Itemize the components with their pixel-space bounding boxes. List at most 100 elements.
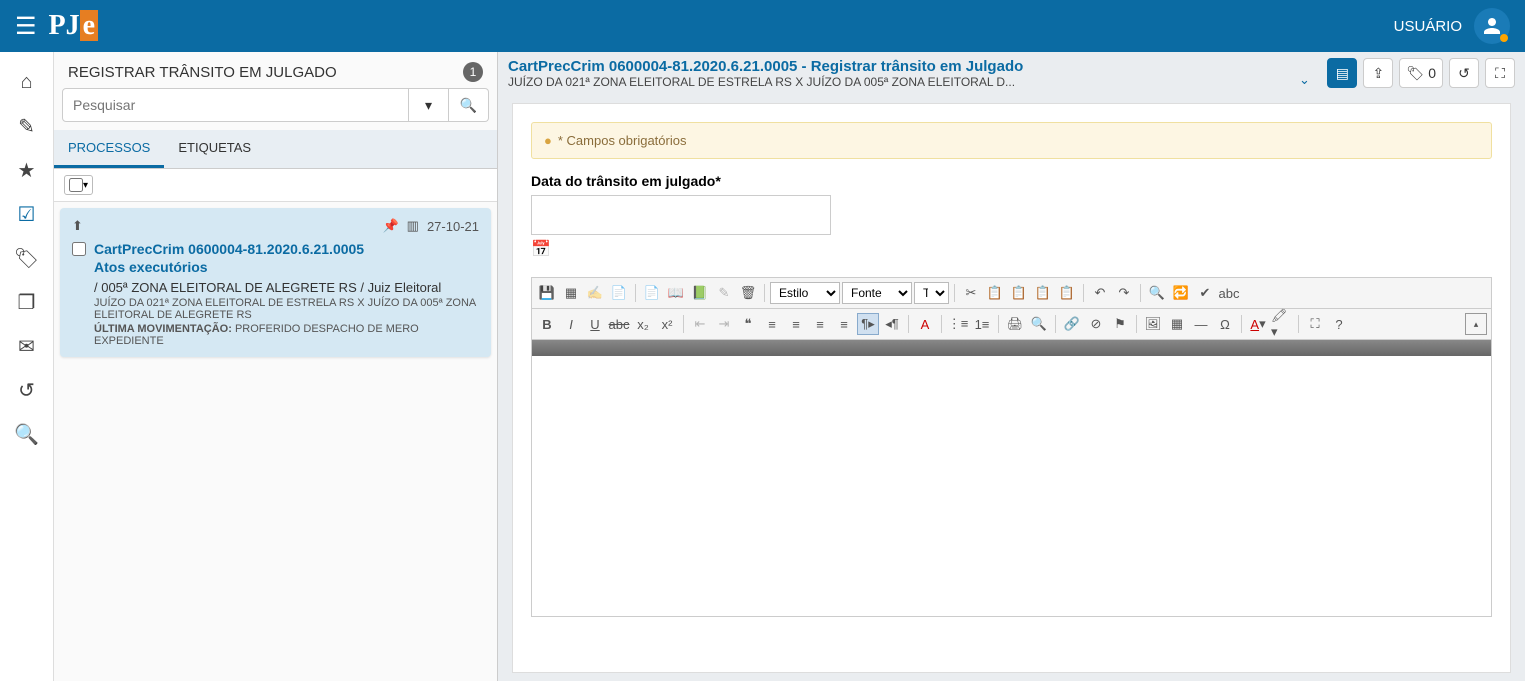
nav-mail-icon[interactable]: ✉ [0,324,53,368]
nav-edit-icon[interactable]: ✎ [0,104,53,148]
required-fields-alert: ● * Campos obrigatórios [531,122,1492,159]
document-icon[interactable]: ▥ [407,218,419,234]
autos-button[interactable]: ▤ [1327,58,1357,88]
ed-bold-icon[interactable]: B [536,313,558,335]
nav-copy-icon[interactable]: ❐ [0,280,53,324]
ed-redo-icon[interactable]: ↷ [1113,282,1135,304]
ed-help-icon[interactable]: ? [1328,313,1350,335]
user-avatar[interactable] [1474,8,1510,44]
nav-tags-icon[interactable]: 🏷 [0,236,53,280]
ed-inserttable-icon[interactable]: ▦ [1166,313,1188,335]
ed-highlight-icon[interactable]: 🖍▾ [1271,313,1293,335]
upload-icon[interactable]: ⬆ [72,218,83,234]
history-button[interactable]: ↺ [1449,58,1479,88]
ed-undo-icon[interactable]: ↶ [1089,282,1111,304]
nav-star-icon[interactable]: ★ [0,148,53,192]
nav-check-icon[interactable]: ☑ [0,192,53,236]
ed-spellcheck-icon[interactable]: ✔ [1194,282,1216,304]
ed-sign-icon[interactable]: ✍ [584,282,606,304]
chevron-down-icon[interactable]: ⌄ [1291,58,1317,88]
pin-icon[interactable]: 📌 [382,218,398,234]
select-all-dropdown[interactable]: ▾ [64,175,93,195]
ed-maximize-icon[interactable]: ⛶ [1304,313,1326,335]
search-button[interactable]: 🔍 [449,88,489,122]
ed-quote-icon[interactable]: ❝ [737,313,759,335]
ed-superscript-icon[interactable]: x² [656,313,678,335]
ed-unlink-icon[interactable]: ⊘ [1085,313,1107,335]
ed-pen-icon[interactable]: ✎ [713,282,735,304]
nav-history-icon[interactable]: ↺ [0,368,53,412]
ed-italic-icon[interactable]: I [560,313,582,335]
ed-replace-icon[interactable]: 🔁 [1170,282,1192,304]
card-parties: JUÍZO DA 021ª ZONA ELEITORAL DE ESTRELA … [94,297,479,321]
hamburger-icon[interactable]: ☰ [15,12,37,41]
ed-paste-icon[interactable]: 📋 [1008,282,1030,304]
ed-strike-icon[interactable]: abc [608,313,630,335]
ed-link-icon[interactable]: 🔗 [1061,313,1083,335]
calendar-icon[interactable]: 📅 [531,239,551,259]
card-checkbox[interactable] [72,242,86,256]
ed-preview-icon[interactable]: 🔍 [1028,313,1050,335]
editor-toolbar-row2: B I U abc x₂ x² ⇤ ⇥ ❝ ≡ ≡ ≡ ≡ ¶▸ ◂¶ [532,309,1491,340]
ed-size-select[interactable]: T... [914,282,949,304]
ed-copy-icon[interactable]: 📄 [608,282,630,304]
ed-ol-icon[interactable]: 1≡ [971,313,993,335]
ed-underline-icon[interactable]: U [584,313,606,335]
card-subtitle: / 005ª ZONA ELEITORAL DE ALEGRETE RS / J… [94,280,479,295]
ed-rtl-icon[interactable]: ◂¶ [881,313,903,335]
card-date: 27-10-21 [427,219,479,234]
ed-bookcheck-icon[interactable]: 📗 [689,282,711,304]
nav-search-icon[interactable]: 🔍 [0,412,53,456]
ed-cut-icon[interactable]: ✂ [960,282,982,304]
tags-button[interactable]: 🏷 0 [1399,58,1443,88]
ed-indent-icon[interactable]: ⇥ [713,313,735,335]
ed-align-right-icon[interactable]: ≡ [809,313,831,335]
tab-processos[interactable]: PROCESSOS [54,130,164,168]
ed-subscript-icon[interactable]: x₂ [632,313,654,335]
rich-text-editor: 💾 ▦ ✍ 📄 📄 📖 📗 ✎ 🗑 Estilo Fonte T... ✂ [531,277,1492,617]
app-logo: PJe [49,10,99,42]
ed-hr-icon[interactable]: — [1190,313,1212,335]
ed-textcolor-icon[interactable]: A [914,313,936,335]
ed-save-icon[interactable]: 💾 [536,282,558,304]
content-area: CartPrecCrim 0600004-81.2020.6.21.0005 -… [498,52,1525,681]
ed-ltr-icon[interactable]: ¶▸ [857,313,879,335]
ed-abc-icon[interactable]: abc [1218,282,1240,304]
ed-trash-icon[interactable]: 🗑 [737,282,759,304]
ed-copy2-icon[interactable]: 📋 [984,282,1006,304]
editor-content-area[interactable] [532,356,1491,616]
select-all-checkbox[interactable] [69,178,83,192]
ed-font-select[interactable]: Fonte [842,282,912,304]
ed-table-icon[interactable]: ▦ [560,282,582,304]
ed-find-icon[interactable]: 🔍 [1146,282,1168,304]
export-button[interactable]: ⇪ [1363,58,1393,88]
ed-newdoc-icon[interactable]: 📄 [641,282,663,304]
ed-outdent-icon[interactable]: ⇤ [689,313,711,335]
ed-pastetext-icon[interactable]: 📋 [1032,282,1054,304]
ed-ul-icon[interactable]: ⋮≡ [947,313,969,335]
ed-pasteword-icon[interactable]: 📋 [1056,282,1078,304]
ed-fontcolor-icon[interactable]: A▾ [1247,313,1269,335]
ed-image-icon[interactable]: 🖼 [1142,313,1164,335]
tab-etiquetas[interactable]: ETIQUETAS [164,130,265,168]
user-label: USUÁRIO [1394,18,1462,35]
ed-style-select[interactable]: Estilo [770,282,840,304]
nav-home-icon[interactable]: ⌂ [0,60,53,104]
process-card[interactable]: ⬆ 📌 ▥ 27-10-21 CartPrecCrim 0600004-81.2… [60,208,491,357]
ed-justify-icon[interactable]: ≡ [833,313,855,335]
ed-print-icon[interactable]: 🖨 [1004,313,1026,335]
ed-align-left-icon[interactable]: ≡ [761,313,783,335]
editor-toolbar-row1: 💾 ▦ ✍ 📄 📄 📖 📗 ✎ 🗑 Estilo Fonte T... ✂ [532,278,1491,309]
search-dropdown-button[interactable]: ▾ [409,88,449,122]
search-input[interactable] [62,88,409,122]
ed-collapse-icon[interactable]: ▴ [1465,313,1487,335]
ed-book-icon[interactable]: 📖 [665,282,687,304]
process-count-badge: 1 [463,62,483,82]
ed-omega-icon[interactable]: Ω [1214,313,1236,335]
fullscreen-button[interactable]: ⛶ [1485,58,1515,88]
card-title[interactable]: CartPrecCrim 0600004-81.2020.6.21.0005 A… [94,240,479,276]
transit-date-input[interactable] [531,195,831,235]
ed-align-center-icon[interactable]: ≡ [785,313,807,335]
content-title[interactable]: CartPrecCrim 0600004-81.2020.6.21.0005 -… [508,58,1281,75]
ed-anchor-icon[interactable]: ⚑ [1109,313,1131,335]
